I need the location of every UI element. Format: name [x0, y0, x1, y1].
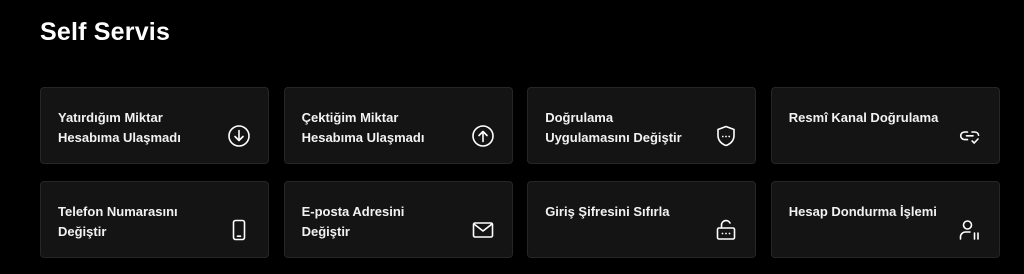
card-change-authenticator[interactable]: Doğrulama Uygulamasını Değiştir [527, 87, 757, 164]
page-title: Self Servis [40, 18, 171, 46]
card-reset-login-password[interactable]: Giriş Şifresini Sıfırla [527, 181, 757, 258]
user-pause-icon [958, 218, 982, 242]
link-check-icon [958, 124, 982, 148]
card-official-channel-verification[interactable]: Resmî Kanal Doğrulama [770, 87, 1000, 164]
card-label: Giriş Şifresini Sıfırla [545, 204, 670, 219]
envelope-icon [471, 218, 495, 242]
card-label: Telefon Numarasını Değiştir [58, 204, 178, 239]
card-label: E-posta Adresini Değiştir [301, 204, 405, 239]
card-label: Doğrulama Uygulamasını Değiştir [545, 110, 682, 145]
unlock-password-icon [714, 218, 738, 242]
card-deposit-not-received[interactable]: Yatırdığım Miktar Hesabıma Ulaşmadı [40, 87, 269, 164]
card-account-freeze[interactable]: Hesap Dondurma İşlemi [770, 181, 1000, 258]
arrow-up-circle-icon [471, 124, 495, 148]
card-change-phone-number[interactable]: Telefon Numarasını Değiştir [40, 181, 269, 258]
arrow-down-circle-icon [227, 124, 251, 148]
self-service-grid: Yatırdığım Miktar Hesabıma Ulaşmadı Çekt… [40, 87, 1000, 258]
smartphone-icon [227, 218, 251, 242]
card-withdrawal-not-received[interactable]: Çektiğim Miktar Hesabıma Ulaşmadı [283, 87, 513, 164]
shield-password-icon [714, 124, 738, 148]
card-label: Resmî Kanal Doğrulama [788, 110, 939, 125]
self-service-page: Self Servis Yatırdığım Miktar Hesabıma U… [0, 0, 1024, 274]
card-change-email[interactable]: E-posta Adresini Değiştir [283, 181, 513, 258]
card-label: Hesap Dondurma İşlemi [788, 204, 937, 219]
card-label: Yatırdığım Miktar Hesabıma Ulaşmadı [58, 110, 181, 145]
card-label: Çektiğim Miktar Hesabıma Ulaşmadı [301, 110, 425, 145]
